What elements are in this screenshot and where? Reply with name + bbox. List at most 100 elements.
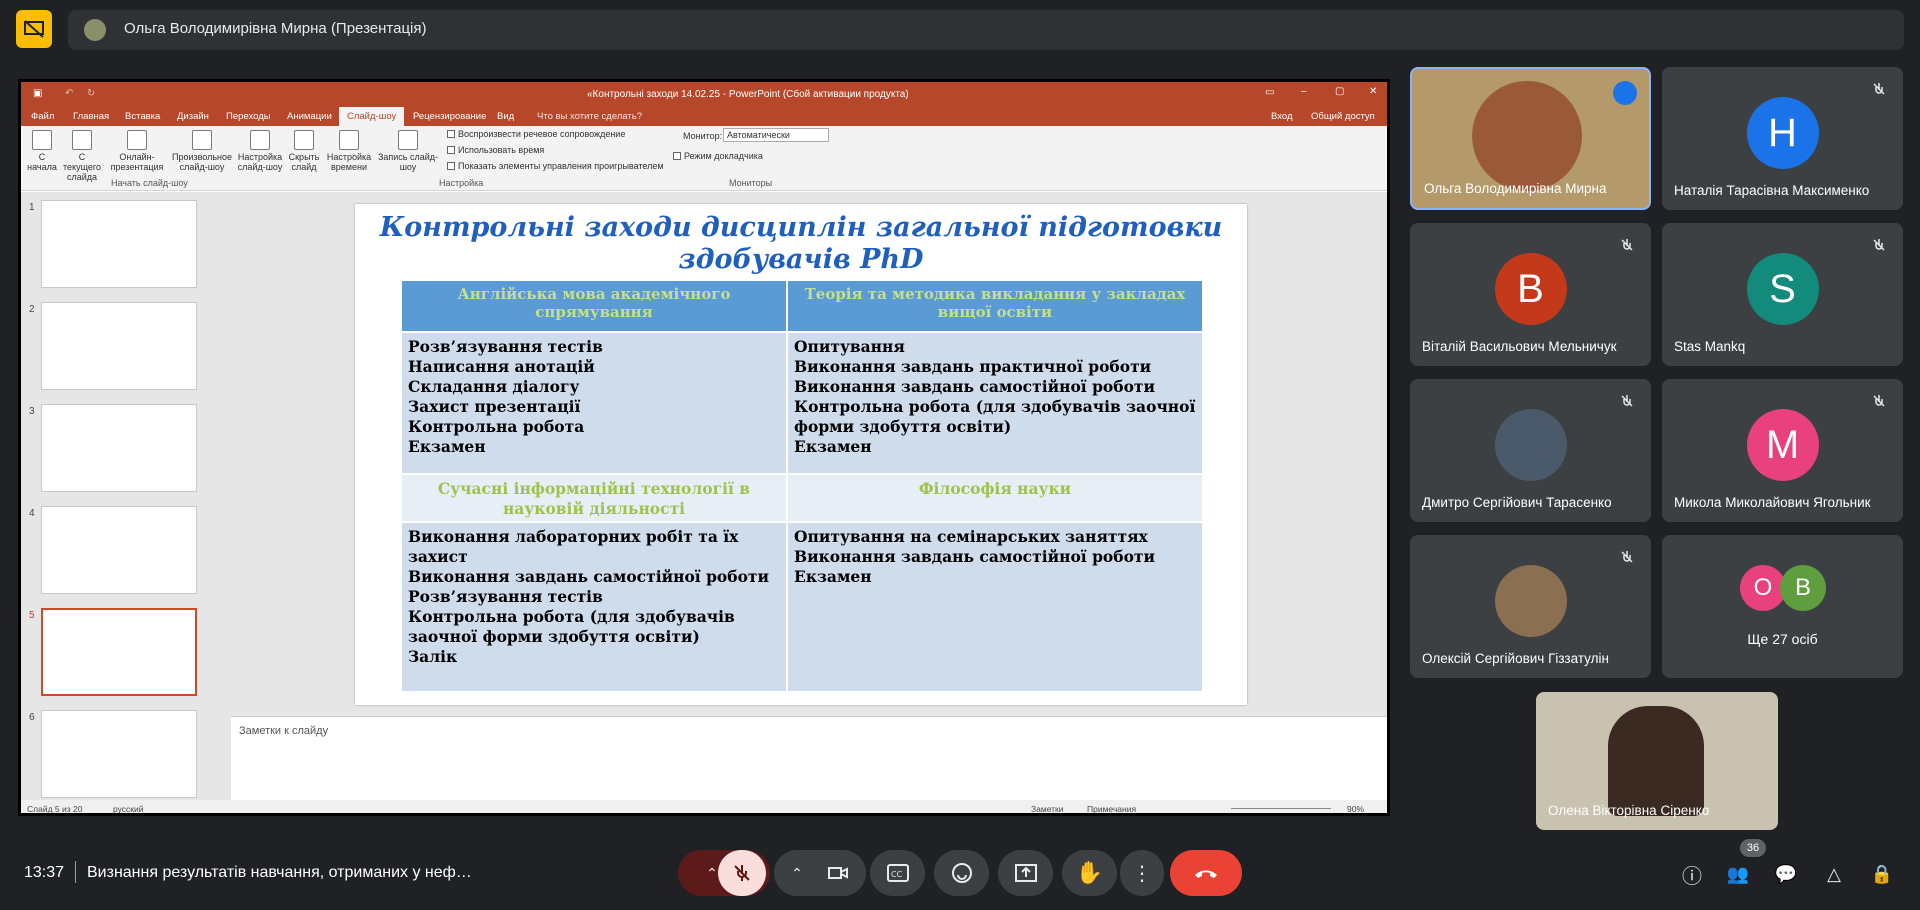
show-media-controls-checkbox[interactable]: Показать элементы управления проигрывате…	[447, 161, 664, 171]
more-vert-icon: ⋮	[1132, 862, 1152, 885]
participant-tile[interactable]: M Микола Миколайович Ягольник	[1662, 379, 1903, 522]
setup-icon	[250, 130, 270, 150]
chevron-up-icon[interactable]: ⌃	[706, 865, 718, 882]
speaking-indicator-icon	[1613, 81, 1637, 105]
tab-home[interactable]: Главная	[73, 111, 109, 122]
table-cell: Опитування Виконання завдань практичної …	[788, 333, 1202, 473]
presenter-view-checkbox[interactable]: Режим докладчика	[673, 151, 763, 161]
participant-tile[interactable]: Н Наталія Тарасівна Максименко	[1662, 67, 1903, 210]
people-icon: 👥	[1726, 863, 1750, 884]
monitor-select[interactable]: Автоматически	[723, 128, 829, 142]
self-view-tile[interactable]: Олена Вікторівна Сіренко	[1536, 692, 1778, 830]
hang-up-icon	[1195, 870, 1217, 878]
activities-button[interactable]: △	[1820, 860, 1848, 888]
hide-slide-button[interactable]: Скрыть слайд	[287, 130, 321, 172]
raise-hand-button[interactable]: ✋	[1062, 850, 1117, 896]
present-screen-icon	[1014, 864, 1037, 882]
tab-insert[interactable]: Вставка	[125, 111, 160, 122]
comments-toggle[interactable]: Примечания	[1087, 804, 1136, 813]
people-button[interactable]: 👥	[1724, 860, 1752, 888]
redo-icon[interactable]: ↻	[87, 88, 95, 99]
sign-in-link[interactable]: Вход	[1271, 111, 1293, 122]
slide-number: 3	[29, 406, 35, 417]
online-presentation-button[interactable]: Онлайн-презентация	[107, 130, 167, 172]
slide-title: Контрольні заходи дисциплін загальної пі…	[379, 212, 1223, 275]
notes-toggle[interactable]: Заметки	[1031, 804, 1064, 813]
timer-icon	[339, 130, 359, 150]
from-current-button[interactable]: С текущего слайда	[61, 130, 103, 182]
participant-tile[interactable]: Олексій Сергійович Гіззатулін	[1410, 535, 1651, 678]
slide-thumbnail[interactable]	[41, 404, 197, 492]
play-narrations-checkbox[interactable]: Воспроизвести речевое сопровождение	[447, 129, 625, 139]
language-indicator[interactable]: русский	[113, 804, 144, 813]
participant-tile[interactable]: Ольга Володимирівна Мирна	[1410, 67, 1651, 210]
emoji-button[interactable]	[934, 850, 989, 896]
table-cell: Опитування на семінарських заняттях Вико…	[788, 523, 1202, 691]
notes-pane[interactable]: Заметки к слайду	[231, 716, 1387, 800]
presentation-icon[interactable]	[16, 10, 52, 48]
captions-button[interactable]: CC	[870, 850, 925, 896]
share-link[interactable]: Общий доступ	[1311, 111, 1375, 122]
chevron-up-icon[interactable]: ⌃	[791, 865, 803, 882]
slide-number: 2	[29, 304, 35, 315]
slide-thumbnail[interactable]	[41, 302, 197, 390]
participant-name: Дмитро Сергійович Тарасенко	[1422, 495, 1612, 510]
tell-me-input[interactable]: Что вы хотите сделать?	[537, 111, 642, 122]
participant-name: Віталій Васильович Мельничук	[1422, 339, 1617, 354]
meeting-info-button[interactable]: ⓘ	[1678, 860, 1706, 888]
slide-thumbnail[interactable]	[41, 710, 197, 798]
tab-review[interactable]: Рецензирование	[413, 111, 486, 122]
maximize-icon[interactable]: ▢	[1335, 86, 1344, 97]
more-options-button[interactable]: ⋮	[1120, 850, 1164, 896]
tab-animations[interactable]: Анимации	[287, 111, 332, 122]
participant-avatar: B	[1494, 253, 1567, 325]
record-show-button[interactable]: Запись слайд-шоу	[377, 130, 439, 172]
zoom-slider[interactable]	[1231, 808, 1331, 809]
participant-tile[interactable]: Дмитро Сергійович Тарасенко	[1410, 379, 1651, 522]
leave-call-button[interactable]	[1170, 850, 1242, 896]
mic-muted-icon	[1621, 395, 1633, 407]
mic-toggle-button[interactable]	[718, 850, 766, 896]
use-timings-checkbox[interactable]: Использовать время	[447, 145, 544, 155]
tab-design[interactable]: Дизайн	[177, 111, 209, 122]
svg-text:CC: CC	[891, 870, 903, 879]
participant-tile[interactable]: S Stas Mankq	[1662, 223, 1903, 366]
hide-icon	[294, 130, 314, 150]
table-cell: Виконання лабораторних робіт та їх захис…	[402, 523, 786, 691]
slide-thumbnail[interactable]	[41, 506, 197, 594]
chat-button[interactable]: 💬	[1772, 860, 1800, 888]
undo-icon[interactable]: ↶	[65, 88, 73, 99]
status-bar: Слайд 5 из 20 русский Заметки Примечания…	[21, 800, 1387, 813]
tab-view[interactable]: Вид	[497, 111, 514, 122]
people-count-badge: 36	[1740, 839, 1766, 857]
slide-number: 5	[29, 610, 35, 621]
tab-slideshow[interactable]: Слайд-шоу	[339, 107, 405, 126]
present-button[interactable]	[998, 850, 1053, 896]
more-participants-label: Ще 27 осіб	[1747, 631, 1818, 647]
host-controls-button[interactable]: 🔒	[1868, 860, 1896, 888]
participant-name: Stas Mankq	[1674, 339, 1746, 354]
participant-tile[interactable]: B Віталій Васильович Мельничук	[1410, 223, 1651, 366]
participant-avatar: Н	[1746, 97, 1819, 169]
table-cell: Розв’язування тестів Написання анотацій …	[402, 333, 786, 473]
rehearse-timings-button[interactable]: Настройка времени	[325, 130, 373, 172]
tab-transitions[interactable]: Переходы	[226, 111, 271, 122]
mic-muted-icon	[1621, 551, 1633, 563]
ribbon-display-icon[interactable]: ▭	[1265, 87, 1274, 98]
camera-control[interactable]: ⌃	[774, 850, 866, 896]
zoom-level[interactable]: 90%	[1347, 804, 1364, 813]
tab-file[interactable]: Файл	[31, 111, 54, 122]
slide-thumbnail-selected[interactable]	[41, 608, 197, 696]
close-icon[interactable]: ✕	[1369, 86, 1377, 97]
slide-thumbnail[interactable]	[41, 200, 197, 288]
setup-show-button[interactable]: Настройка слайд-шоу	[237, 130, 283, 172]
notes-placeholder: Заметки к слайду	[239, 725, 329, 737]
more-participants-tile[interactable]: O B Ще 27 осіб	[1662, 535, 1903, 678]
minimize-icon[interactable]: –	[1301, 86, 1307, 97]
custom-show-button[interactable]: Произвольное слайд-шоу	[171, 130, 233, 172]
table-header: Англійська мова академічного спрямування	[402, 281, 786, 331]
from-beginning-button[interactable]: С начала	[27, 130, 57, 172]
save-icon[interactable]: ▣	[33, 88, 42, 99]
window-title: «Контрольні заходи 14.02.25 - PowerPoint…	[587, 89, 909, 100]
ribbon-tabs: Файл Главная Вставка Дизайн Переходы Ани…	[21, 107, 1387, 126]
